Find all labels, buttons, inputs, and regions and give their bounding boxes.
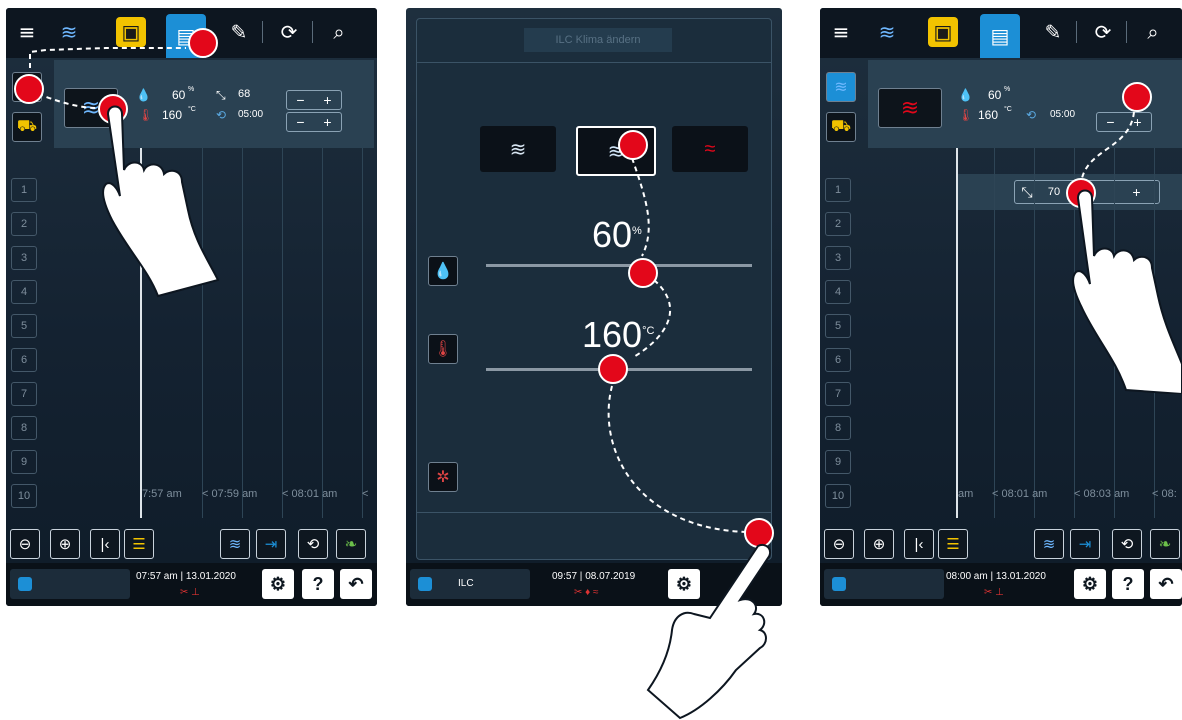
touch-marker xyxy=(14,74,44,104)
hand-pointer-icon xyxy=(102,105,220,298)
status-time: 09:57 | 08.07.2019 xyxy=(552,571,636,582)
touch-marker xyxy=(628,258,658,288)
touch-marker xyxy=(618,130,648,160)
gesture-overlay xyxy=(29,47,186,109)
status-indicator-icon: ✂ ♦ ≈ xyxy=(574,587,599,598)
gesture-overlay xyxy=(607,157,747,533)
touch-marker xyxy=(1122,82,1152,112)
ilc-status-button[interactable]: ILC xyxy=(410,569,530,599)
touch-marker xyxy=(188,28,218,58)
hand-pointer-icon xyxy=(1072,189,1182,394)
climate-edit-screen: ILC Klima ändern ≋ ≋ ≈ 💧 🌡 ✲ 60% 160°C I… xyxy=(406,8,782,606)
touch-marker xyxy=(598,354,628,384)
hand-pointer-icon xyxy=(646,544,772,720)
planner-screen-1: ≡ ≋ ▣ ▤ ✎ ⟳ ⌕ ≋ ⛟ ≋ 💧 60 % 🌡 160 °C ⤡ 68… xyxy=(6,8,377,606)
planner-screen-2: ≡ ≋ ▣ ▤ ✎ ⟳ ⌕ ≋ ⛟ ≋ 💧 60 % 🌡 160 °C ⟲ 05… xyxy=(820,8,1182,606)
